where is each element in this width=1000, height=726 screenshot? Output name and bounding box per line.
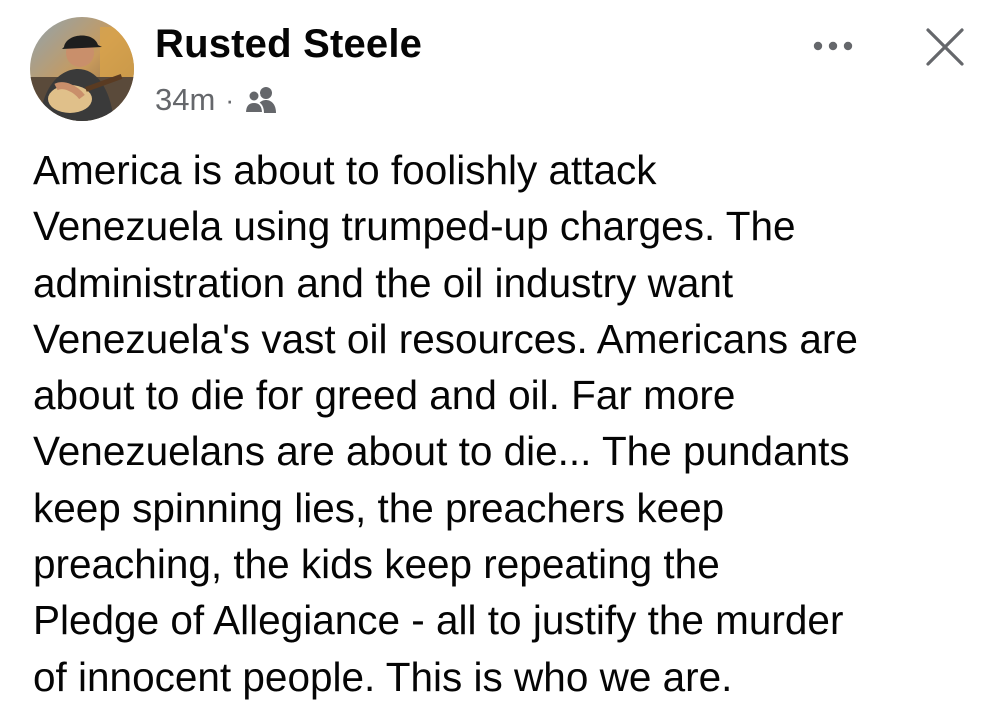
- author-name[interactable]: Rusted Steele: [155, 22, 422, 67]
- post-card: Rusted Steele 34m · America is about to …: [0, 0, 1000, 726]
- close-icon: [926, 28, 964, 66]
- post-text-line: of innocent people. This is who we are.: [33, 653, 733, 700]
- more-options-button[interactable]: [806, 26, 860, 66]
- close-button[interactable]: [918, 20, 972, 74]
- post-timestamp[interactable]: 34m: [155, 82, 215, 118]
- post-text-line: preaching, the kids keep repeating the: [33, 541, 720, 588]
- post-text-line: Pledge of Allegiance - all to justify th…: [33, 597, 844, 644]
- post-text-line: Venezuelans are about to die... The pund…: [33, 428, 850, 475]
- friends-icon[interactable]: [243, 85, 278, 115]
- post-text-line: keep spinning lies, the preachers keep: [33, 484, 725, 531]
- meta-separator: ·: [225, 84, 234, 115]
- author-avatar[interactable]: [30, 17, 134, 121]
- post-text-line: about to die for greed and oil. Far more: [33, 372, 736, 419]
- post-text-line: administration and the oil industry want: [33, 259, 734, 306]
- profile-photo-icon: [30, 17, 134, 121]
- post-text-line: Venezuela using trumped-up charges. The: [33, 203, 796, 250]
- more-options-icon: [813, 41, 853, 51]
- post-body-text: America is about to foolishly attack Ven…: [33, 142, 983, 705]
- post-text-line: America is about to foolishly attack: [33, 147, 657, 193]
- post-meta: 34m ·: [155, 80, 278, 120]
- post-text-line: Venezuela's vast oil resources. American…: [33, 315, 858, 362]
